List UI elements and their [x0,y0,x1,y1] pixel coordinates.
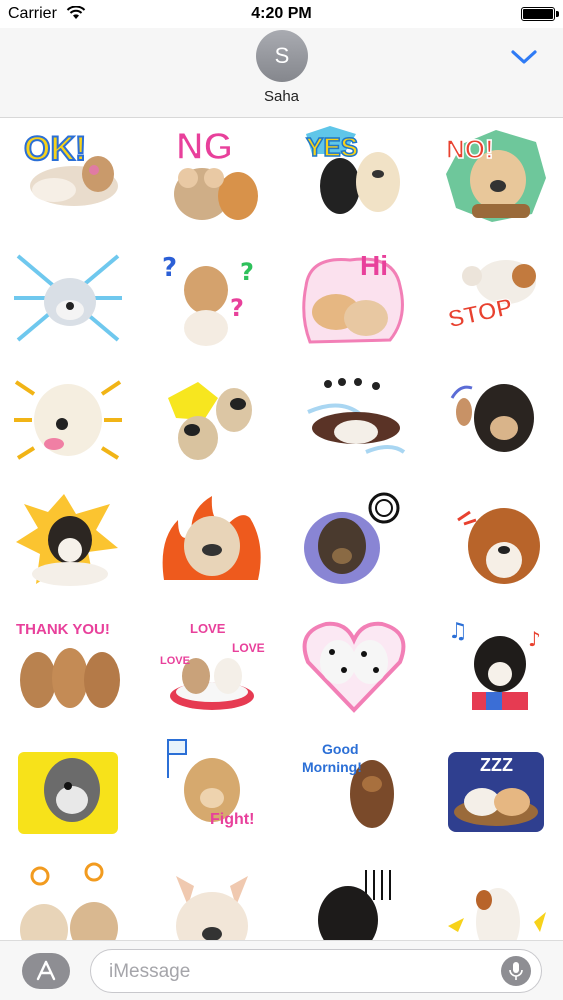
chevron-down-icon [511,50,537,64]
sticker-yorkie-angry[interactable] [300,490,408,596]
svg-text:♪: ♪ [528,627,541,651]
sticker-caption: LOVE [160,655,190,667]
sticker-caption: NG [175,126,234,168]
sticker-thank-you-shibas[interactable]: THANK YOU! [14,612,122,718]
sticker-collie-music[interactable]: ♫ ♪ [442,612,550,718]
app-store-button[interactable] [22,953,70,989]
message-input-bar: iMessage [0,940,563,1000]
message-placeholder: iMessage [109,961,191,982]
svg-text:?: ? [230,294,244,322]
sticker-caption: Morning! [302,759,362,775]
sticker-dalmatians-heart[interactable] [300,612,408,718]
sticker-bulldog-fire[interactable] [158,490,266,596]
sticker-caption: THANK YOU! [16,621,110,638]
sticker-caption: Good [322,741,359,757]
contact-avatar[interactable]: S [256,30,308,82]
microphone-button[interactable] [501,956,531,986]
sticker-stop-jack-russell[interactable]: STOP [442,246,550,352]
collapse-button[interactable] [504,42,544,72]
sticker-shiba-wave[interactable] [442,368,550,474]
microphone-icon [509,962,523,980]
sticker-grid[interactable]: OK! NG YES NO! ? ? ? Hi STOP THANK YOU! … [0,118,563,940]
sticker-idea-bulldogs[interactable] [14,856,122,940]
clock: 4:20 PM [251,5,312,22]
sticker-caption: ZZZ [480,755,513,775]
sticker-love-chihuahuas[interactable]: LOVE LOVE LOVE [158,612,266,718]
sticker-bull-terrier[interactable] [442,856,550,940]
sticker-ok-puppy[interactable]: OK! [14,124,122,230]
sticker-no-labrador-basket[interactable]: NO! [442,124,550,230]
svg-text:?: ? [240,258,254,286]
sticker-caption: Fight! [210,811,255,828]
sticker-caption: YES [305,132,359,162]
svg-text:?: ? [162,253,177,283]
message-input[interactable]: iMessage [90,949,542,993]
sticker-sleeping-dogs[interactable]: ZZZ [442,734,550,840]
sticker-ng-puppies[interactable]: NG [158,124,266,230]
sticker-yes-labradors[interactable]: YES [300,124,408,230]
sticker-caption: NO! [445,134,494,164]
sticker-french-bulldog[interactable] [158,856,266,940]
sticker-pugs-fight[interactable] [158,368,266,474]
sticker-beagle-question[interactable]: ? ? ? [158,246,266,352]
battery-icon [521,7,559,21]
status-bar: Carrier 4:20 PM [0,0,563,28]
sticker-black-pug[interactable] [300,856,408,940]
app-store-icon [36,960,56,981]
sticker-schnauzer-yellow[interactable] [14,734,122,840]
contact-name[interactable]: Saha [0,88,563,105]
sticker-caption: LOVE [232,641,265,655]
sticker-husky-surprised[interactable] [14,246,122,352]
sticker-fight-poodle[interactable]: Fight! [158,734,266,840]
sticker-good-morning-dachshund[interactable]: Good Morning! [300,734,408,840]
sticker-caption: LOVE [190,621,226,636]
battery-level [523,9,553,19]
sticker-golden-tongue[interactable] [14,368,122,474]
sticker-caption: OK! [23,130,87,168]
svg-text:♫: ♫ [448,619,468,644]
sticker-collie-burst[interactable] [14,490,122,596]
sticker-border-collie-dots[interactable] [300,368,408,474]
sticker-sheltie-smile[interactable] [442,490,550,596]
sticker-hi-corgis[interactable]: Hi [300,246,408,352]
sticker-caption: Hi [360,250,388,281]
conversation-header: S Saha [0,28,563,118]
